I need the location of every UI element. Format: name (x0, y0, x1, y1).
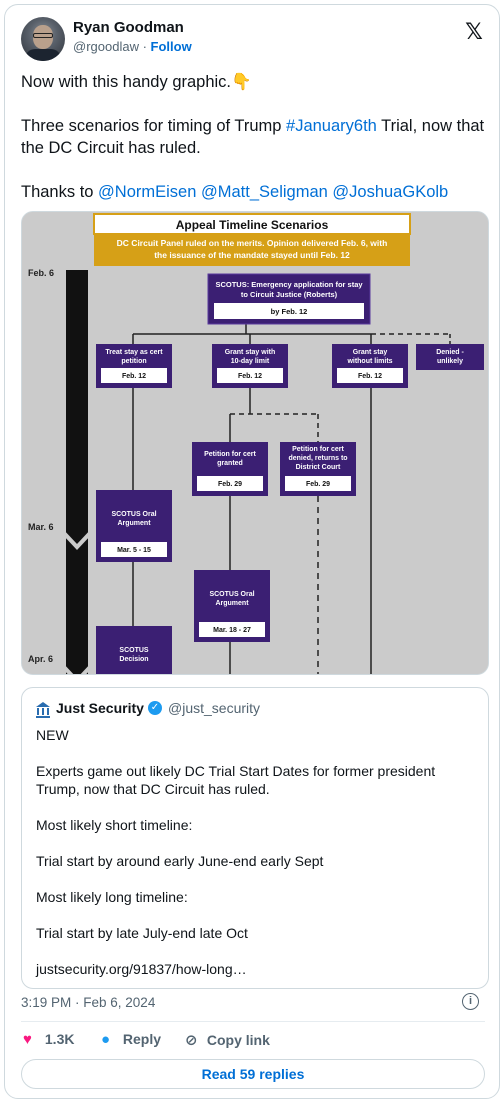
quoted-paragraph: Trial start by late July-end late Oct (36, 925, 248, 941)
reply-bubble-icon: ● (101, 1031, 111, 1048)
author-handle-row: @rgoodlaw · Follow (73, 39, 192, 54)
avatar[interactable] (21, 17, 65, 61)
svg-text:Feb. 12: Feb. 12 (358, 373, 382, 380)
oral-argument-box-1: SCOTUS Oral Argument Mar. 5 - 15 (96, 490, 172, 562)
quoted-tweet-body: NEW Experts game out likely DC Trial Sta… (36, 726, 476, 996)
svg-text:by Feb. 12: by Feb. 12 (271, 307, 308, 316)
svg-text:granted: granted (217, 460, 243, 467)
reply-button[interactable]: ● Reply (101, 1031, 161, 1053)
copy-link-button[interactable]: ⊘ Copy link (185, 1031, 270, 1053)
svg-text:Argument: Argument (117, 520, 151, 527)
verified-badge-icon: ✓ (148, 701, 162, 715)
tweet-text: Now with this handy graphic.👇 Three scen… (21, 71, 489, 225)
svg-text:SCOTUS Oral: SCOTUS Oral (209, 591, 254, 598)
svg-text:10-day limit: 10-day limit (231, 358, 270, 365)
svg-text:Feb. 12: Feb. 12 (122, 373, 146, 380)
tweet-line-3-start: Thanks to (21, 183, 99, 201)
svg-text:petition: petition (121, 358, 146, 365)
svg-text:District Court: District Court (296, 464, 341, 471)
svg-text:Mar. 18 - 27: Mar. 18 - 27 (213, 627, 251, 634)
quoted-paragraph: Most likely short timeline: (36, 817, 193, 833)
petition-denied-box: Petition for cert denied, returns to Dis… (280, 442, 356, 496)
mention-link[interactable]: @Matt_Seligman (201, 183, 328, 201)
quoted-paragraph: NEW (36, 727, 69, 743)
svg-text:SCOTUS: SCOTUS (119, 647, 149, 654)
treat-stay-box: Treat stay as cert petition Feb. 12 (96, 344, 172, 388)
like-button[interactable]: ♥ 1.3K (23, 1031, 74, 1053)
denied-box: Denied - unlikely (416, 344, 484, 370)
divider (21, 1021, 485, 1022)
svg-text:Mar. 5 - 15: Mar. 5 - 15 (117, 547, 151, 554)
svg-text:Petition for cert: Petition for cert (292, 446, 344, 453)
quoted-paragraph: Most likely long timeline: (36, 889, 188, 905)
hashtag-link[interactable]: #January6th (286, 117, 377, 135)
scotus-application-box: SCOTUS: Emergency application for stay t… (207, 273, 371, 325)
svg-text:Denied -: Denied - (436, 349, 464, 356)
quoted-link[interactable]: justsecurity.org/91837/how-long… (36, 960, 476, 978)
graphic-subtitle-2: the issuance of the mandate stayed until… (154, 250, 350, 260)
svg-text:SCOTUS: Emergency application: SCOTUS: Emergency application for stay (215, 280, 363, 289)
point-down-emoji-icon: 👇 (231, 73, 252, 91)
timeline-graphic[interactable]: Appeal Timeline Scenarios DC Circuit Pan… (21, 211, 489, 675)
x-logo-icon[interactable]: 𝕏 (463, 21, 485, 43)
tweet-line-1: Now with this handy graphic. (21, 73, 232, 91)
svg-text:SCOTUS Oral: SCOTUS Oral (111, 511, 156, 518)
svg-text:Treat stay as cert: Treat stay as cert (105, 349, 163, 356)
date-label: Feb. 6 (28, 268, 54, 278)
svg-text:Petition for cert: Petition for cert (204, 451, 256, 458)
svg-text:denied, returns to: denied, returns to (288, 455, 347, 462)
date-label: Apr. 6 (28, 654, 53, 664)
separator: · (142, 39, 147, 54)
petition-granted-box: Petition for cert granted Feb. 29 (192, 442, 268, 496)
info-icon[interactable]: i (462, 993, 479, 1010)
scotus-decision-box: SCOTUS Decision (96, 626, 172, 674)
graphic-subtitle-1: DC Circuit Panel ruled on the merits. Op… (117, 238, 388, 248)
svg-text:unlikely: unlikely (437, 358, 463, 365)
quoted-tweet[interactable]: Just Security ✓ @just_security NEW Exper… (21, 687, 489, 989)
author-name[interactable]: Ryan Goodman (73, 19, 184, 36)
link-icon: ⊘ (185, 1032, 198, 1049)
grant-stay-10-day-box: Grant stay with 10-day limit Feb. 12 (212, 344, 288, 388)
quoted-paragraph: Trial start by around early June-end ear… (36, 853, 324, 869)
tweet-line-2-start: Three scenarios for timing of Trump (21, 117, 287, 135)
read-replies-button[interactable]: Read 59 replies (21, 1059, 485, 1089)
svg-text:Argument: Argument (215, 600, 249, 607)
date-label: Mar. 6 (28, 522, 54, 532)
graphic-title: Appeal Timeline Scenarios (176, 218, 329, 232)
copy-link-label: Copy link (206, 1032, 270, 1048)
svg-text:Feb. 12: Feb. 12 (238, 373, 262, 380)
svg-text:Feb. 29: Feb. 29 (218, 481, 242, 488)
tweet-card: Ryan Goodman @rgoodlaw · Follow 𝕏 Now wi… (4, 4, 500, 1099)
reply-label: Reply (122, 1031, 162, 1047)
follow-button[interactable]: Follow (151, 39, 192, 54)
quoted-author-name: Just Security (56, 700, 144, 716)
mention-link[interactable]: @JoshuaGKolb (332, 183, 448, 201)
tweet-header: Ryan Goodman @rgoodlaw · Follow 𝕏 (21, 17, 485, 65)
svg-text:Feb. 29: Feb. 29 (306, 481, 330, 488)
svg-text:to Circuit Justice (Roberts): to Circuit Justice (Roberts) (241, 290, 338, 299)
quoted-author-handle: @just_security (168, 700, 261, 716)
like-count: 1.3K (44, 1031, 75, 1047)
quoted-paragraph: Experts game out likely DC Trial Start D… (36, 763, 436, 797)
timestamp[interactable]: 3:19 PM · Feb 6, 2024 (21, 995, 155, 1010)
svg-text:Decision: Decision (119, 656, 148, 663)
mention-link[interactable]: @NormEisen (98, 183, 196, 201)
grant-stay-no-limits-box: Grant stay without limits Feb. 12 (332, 344, 408, 388)
author-handle[interactable]: @rgoodlaw (73, 39, 139, 54)
oral-argument-box-2: SCOTUS Oral Argument Mar. 18 - 27 (194, 570, 270, 642)
svg-text:without limits: without limits (346, 358, 392, 365)
svg-text:Grant stay: Grant stay (353, 349, 388, 356)
svg-text:Grant stay with: Grant stay with (225, 349, 276, 356)
heart-icon: ♥ (23, 1031, 32, 1048)
just-security-logo-icon (36, 702, 50, 718)
